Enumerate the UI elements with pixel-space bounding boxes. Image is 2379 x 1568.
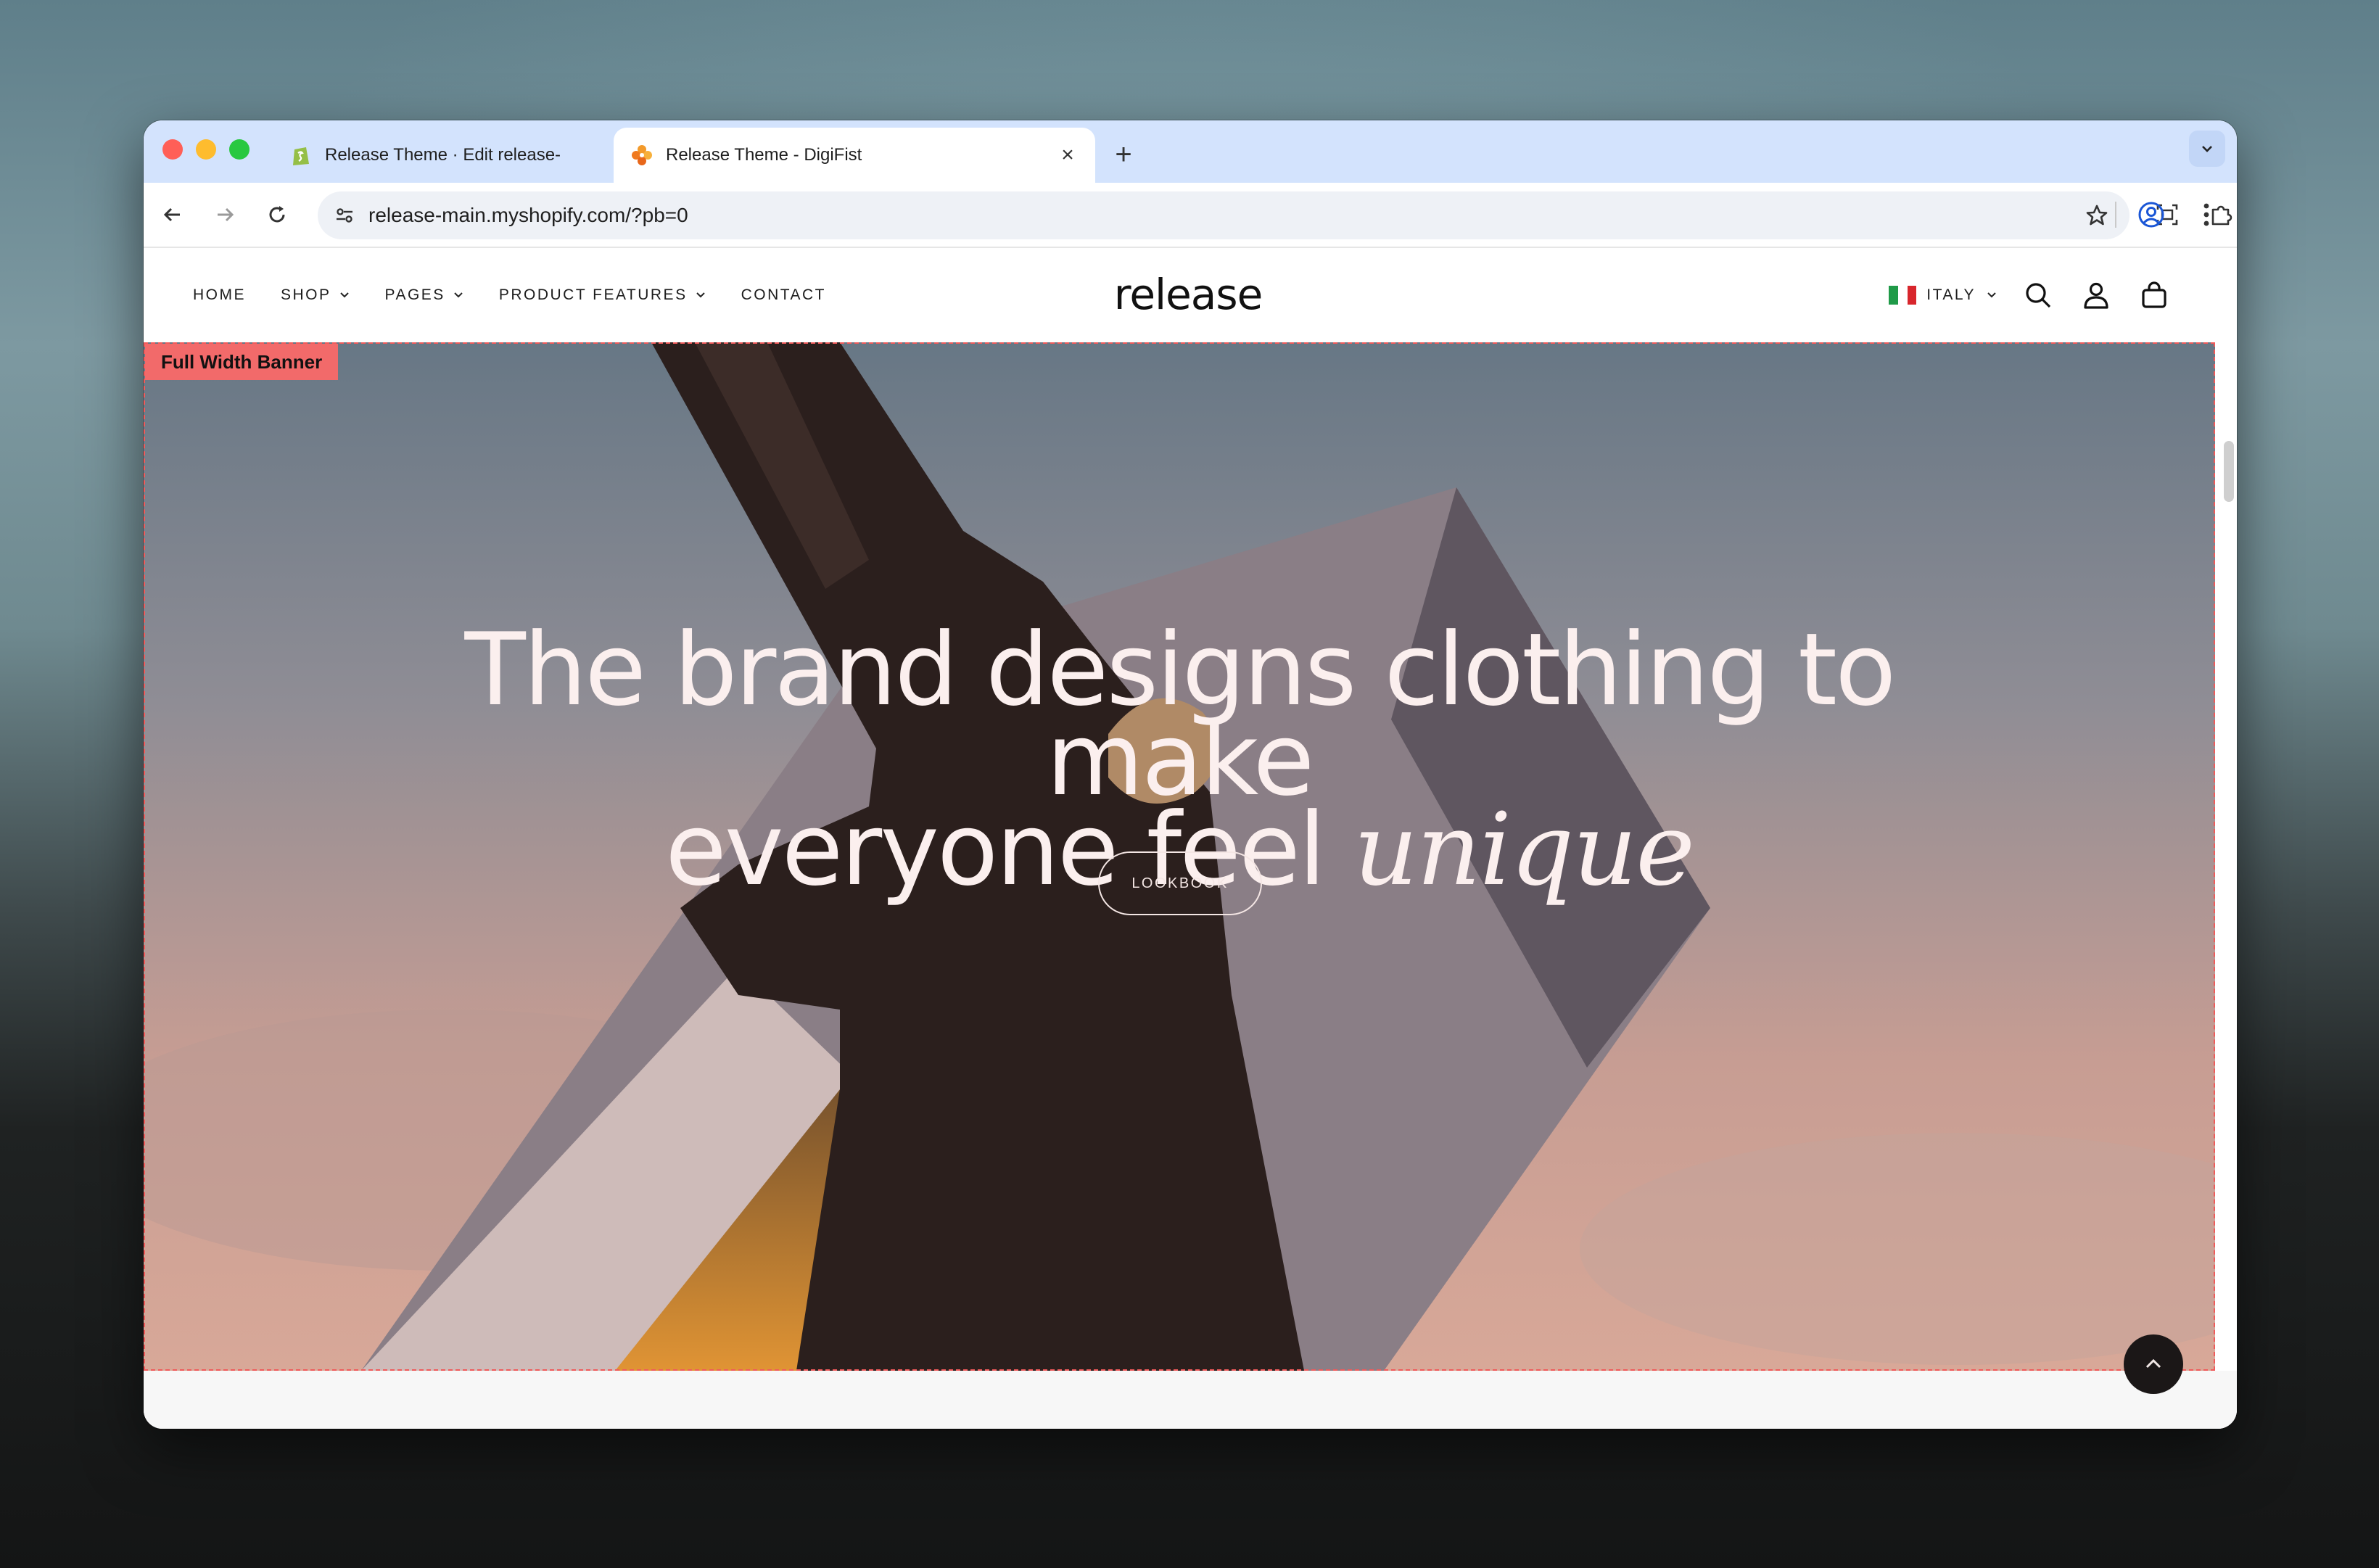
site-logo[interactable]: release [1101,270,1275,319]
cart-button[interactable] [2137,278,2172,313]
maximize-window-button[interactable] [229,139,250,160]
chevron-down-icon [339,292,349,298]
nav-item-pages[interactable]: PAGES [385,286,464,304]
minimize-window-button[interactable] [196,139,216,160]
tab-search-button[interactable] [2189,131,2225,167]
shopping-bag-icon [2142,281,2166,308]
italy-flag-icon [1889,286,1917,305]
bookmark-star-icon[interactable] [2085,203,2109,228]
country-selector[interactable]: ITALY [1889,286,1997,305]
nav-label: HOME [193,286,246,303]
back-to-top-button[interactable] [2124,1334,2183,1394]
profile-icon [2138,202,2164,228]
scrollbar-thumb[interactable] [2224,441,2234,502]
reload-icon [269,206,285,223]
chevron-down-icon [696,292,705,298]
search-button[interactable] [2021,278,2056,313]
user-icon [2084,282,2108,309]
shopify-icon [293,147,309,165]
more-vertical-icon [2203,203,2209,226]
nav-item-home[interactable]: HOME [193,286,246,304]
browser-toolbar: release-main.myshopify.com/?pb=0 [144,183,2237,248]
address-bar[interactable]: release-main.myshopify.com/?pb=0 [318,191,2129,239]
browser-window: Release Theme · Edit release- × Release … [144,120,2237,1429]
next-section [144,1371,2237,1429]
chevron-down-icon [454,292,463,298]
profile-button[interactable] [2132,196,2170,234]
tab-strip: Release Theme · Edit release- × Release … [144,120,2237,183]
toolbar-divider [2115,202,2116,228]
close-tab-icon[interactable]: × [1053,141,1082,170]
site-settings-icon[interactable] [334,205,355,226]
section-label-badge[interactable]: Full Width Banner [145,344,339,380]
reload-button[interactable] [258,196,296,234]
nav-item-product-features[interactable]: PRODUCT FEATURES [499,286,706,304]
arrow-right-icon [218,207,234,222]
nav-label: CONTACT [741,286,827,303]
browser-menu-button[interactable] [2188,196,2225,234]
nav-item-contact[interactable]: CONTACT [741,286,826,304]
url-text: release-main.myshopify.com/?pb=0 [368,204,688,226]
forward-button[interactable] [206,196,244,234]
headline-italic-word: unique [1353,791,1695,908]
headline-line-1: The brand designs clothing to make [464,611,1897,818]
chevron-down-icon [2202,146,2212,152]
main-navigation: HOME SHOP PAGES PRODUCT FEATURES CONTACT [193,248,861,342]
nav-label: PRODUCT FEATURES [498,286,688,303]
close-window-button[interactable] [162,139,183,160]
header-actions: ITALY [1889,248,2172,342]
search-icon [2026,283,2051,308]
arrow-left-icon [163,207,180,222]
back-button[interactable] [154,196,191,234]
tab-title: Release Theme - DigiFist [666,145,862,165]
site-header: HOME SHOP PAGES PRODUCT FEATURES CONTACT… [144,248,2215,342]
web-page: HOME SHOP PAGES PRODUCT FEATURES CONTACT… [144,248,2237,1429]
chevron-down-icon [1987,292,1996,298]
tab-release-theme[interactable]: Release Theme - DigiFist × [614,128,1095,183]
nav-label: PAGES [384,286,445,303]
nav-label: SHOP [281,286,331,303]
account-button[interactable] [2079,278,2114,313]
nav-item-shop[interactable]: SHOP [281,286,350,304]
lookbook-button[interactable]: LOOKBOOK [1098,851,1262,915]
digifist-icon [632,145,652,165]
new-tab-button[interactable]: + [1105,136,1142,173]
chevron-up-icon [2145,1358,2161,1369]
country-label: ITALY [1926,286,1976,303]
